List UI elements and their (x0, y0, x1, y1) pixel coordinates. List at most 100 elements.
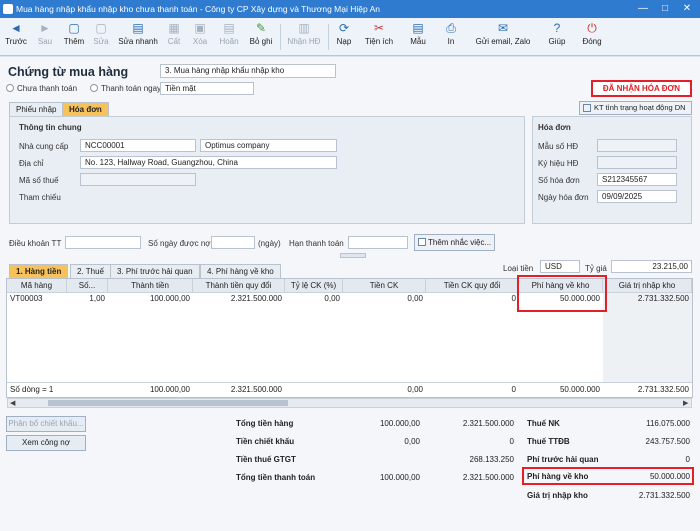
status-badge: ĐÃ NHẬN HÓA ĐƠN (591, 80, 692, 97)
cell-quantity[interactable]: 1,00 (67, 292, 108, 306)
general-info-title: Thông tin chung (19, 123, 82, 132)
scroll-right-icon[interactable]: ▶ (683, 399, 688, 407)
utilities-button[interactable]: ✂ Tiện ích (360, 21, 398, 55)
postpone-button[interactable]: ▤ Hoãn (215, 21, 243, 55)
maximize-button[interactable]: □ (654, 0, 676, 18)
cell-item-code[interactable]: VT00003 (7, 292, 67, 306)
excise-tax-label: Thuế TTĐB (527, 437, 570, 446)
col-discount[interactable]: Tiền CK (343, 279, 426, 293)
receive-invoice-button[interactable]: ▥ Nhận HĐ (284, 21, 324, 55)
arrow-left-icon: ◄ (10, 21, 22, 35)
cell-discount-rate[interactable]: 0,00 (285, 292, 343, 306)
unpost-button[interactable]: ✎ Bỏ ghi (246, 21, 276, 55)
add-reminder-button[interactable]: Thêm nhắc việc... (414, 234, 495, 251)
app-icon (3, 4, 13, 14)
col-discount-converted[interactable]: Tiền CK quy đổi (426, 279, 519, 293)
due-date-input[interactable] (348, 236, 408, 249)
payment-method-select[interactable]: Tiền mặt (160, 82, 254, 95)
invoice-number-label: Số hóa đơn (538, 176, 580, 185)
scroll-left-icon[interactable]: ◀ (10, 399, 15, 407)
currency-select[interactable]: USD (540, 260, 580, 273)
radio-paid[interactable] (90, 84, 98, 92)
toolbar-separator (280, 24, 281, 50)
cell-discount-converted[interactable]: 0 (426, 292, 519, 306)
general-info-panel (9, 116, 525, 224)
save-button[interactable]: ▦ Cất (163, 21, 185, 55)
invoice-date-input[interactable]: 09/09/2025 (597, 190, 677, 203)
sum-import-value: 2.731.332.500 (637, 385, 689, 394)
tax-code-input[interactable] (80, 173, 196, 186)
edit-doc-icon: ▢ (95, 21, 107, 35)
invoice-symbol-input[interactable] (597, 156, 677, 169)
calendar-icon (418, 238, 426, 246)
tab-pre-customs-fee[interactable]: 3. Phí trước hải quan (110, 264, 200, 278)
minimize-button[interactable]: — (632, 0, 654, 18)
col-quantity[interactable]: Số... (67, 279, 108, 293)
delete-button[interactable]: ▣ Xóa (188, 21, 212, 55)
cell-amount-converted[interactable]: 2.321.500.000 (193, 292, 285, 306)
next-button[interactable]: ► Sau (33, 21, 57, 55)
close-form-button[interactable]: ⏻ Đóng (579, 21, 605, 55)
total-payment-value: 100.000,00 (379, 473, 420, 482)
tab-invoice[interactable]: Hóa đơn (62, 102, 109, 116)
cell-amount[interactable]: 100.000,00 (108, 292, 193, 306)
credit-days-label: Số ngày được nợ (148, 239, 211, 248)
radio-unpaid[interactable] (6, 84, 14, 92)
send-email-zalo-button[interactable]: ✉ Gửi email, Zalo (472, 21, 534, 55)
quick-edit-button[interactable]: ▤ Sửa nhanh (117, 21, 159, 55)
total-goods-converted: 2.321.500.000 (462, 419, 514, 428)
vat-label: Tiền thuế GTGT (236, 455, 296, 464)
invoice-form-input[interactable] (597, 139, 677, 152)
template-button[interactable]: ▤ Mẫu (406, 21, 430, 55)
scroll-thumb[interactable] (48, 400, 288, 406)
allocate-discount-button[interactable]: Phân bổ chiết khấu... (6, 416, 86, 432)
exchange-rate-input[interactable]: 23.215,00 (611, 260, 692, 273)
close-button[interactable]: ✕ (676, 0, 698, 18)
radio-paid-label: Thanh toán ngay (101, 84, 162, 93)
help-button[interactable]: ? Giúp (545, 21, 569, 55)
import-value-total: 2.731.332.500 (638, 491, 690, 500)
col-item-code[interactable]: Mã hàng (7, 279, 67, 293)
purchase-type-select[interactable]: 3. Mua hàng nhập khẩu nhập kho (160, 64, 336, 78)
total-payment-converted: 2.321.500.000 (462, 473, 514, 482)
tab-tax[interactable]: 2. Thuế (70, 264, 111, 278)
excise-tax-value: 243.757.500 (645, 437, 691, 446)
cell-import-value: 2.731.332.500 (637, 294, 689, 303)
add-button[interactable]: ▢ Thêm (61, 21, 87, 55)
invoice-title: Hóa đơn (538, 123, 571, 132)
invoice-number-input[interactable]: S212345567 (597, 173, 677, 186)
check-business-status-button[interactable]: KT tình trạng hoạt động DN (579, 101, 692, 115)
col-discount-rate[interactable]: Tỷ lệ CK (%) (285, 279, 343, 293)
import-tax-label: Thuế NK (527, 419, 560, 428)
edit-button[interactable]: ▢ Sửa (90, 21, 112, 55)
payment-terms-input[interactable] (65, 236, 141, 249)
reload-button[interactable]: ⟳ Nạp (332, 21, 356, 55)
credit-days-input[interactable] (211, 236, 255, 249)
arrow-right-icon: ► (39, 21, 51, 35)
sum-amount: 100.000,00 (149, 385, 190, 394)
row-count: Số dòng = 1 (10, 385, 54, 394)
sum-discount-converted: 0 (511, 385, 516, 394)
col-amount-converted[interactable]: Thành tiền quy đổi (193, 279, 285, 293)
supplier-code-input[interactable]: NCC00001 (80, 139, 196, 152)
radio-unpaid-label: Chưa thanh toán (17, 84, 78, 93)
address-input[interactable]: No. 123, Hallway Road, Guangzhou, China (80, 156, 337, 169)
postpone-icon: ▤ (223, 21, 235, 35)
unpost-icon: ✎ (255, 21, 267, 35)
col-amount[interactable]: Thành tiền (108, 279, 193, 293)
prev-button[interactable]: ◄ Trước (3, 21, 29, 55)
invoice-form-label: Mẫu số HĐ (538, 142, 579, 151)
cell-discount[interactable]: 0,00 (343, 292, 426, 306)
view-debt-button[interactable]: Xem công nợ (6, 435, 86, 451)
supplier-name-input[interactable]: Optimus company (200, 139, 337, 152)
title-bar: Mua hàng nhập khẩu nhập kho chưa thanh t… (0, 0, 700, 18)
tab-warehouse-fee[interactable]: 4. Phí hàng về kho (200, 264, 281, 278)
horizontal-scrollbar[interactable]: ◀ ▶ (7, 398, 692, 408)
delete-icon: ▣ (194, 21, 206, 35)
splitter-handle[interactable] (340, 253, 366, 258)
print-button[interactable]: ⎙ In (440, 21, 462, 55)
tab-receipt[interactable]: Phiếu nhập (9, 102, 64, 116)
tab-goods[interactable]: 1. Hàng tiền (9, 264, 69, 278)
toolbar: ◄ Trước ► Sau ▢ Thêm ▢ Sửa ▤ Sửa nhanh ▦ Cất ▣… (0, 18, 700, 56)
col-import-value[interactable]: Giá trị nhập kho (603, 279, 692, 293)
